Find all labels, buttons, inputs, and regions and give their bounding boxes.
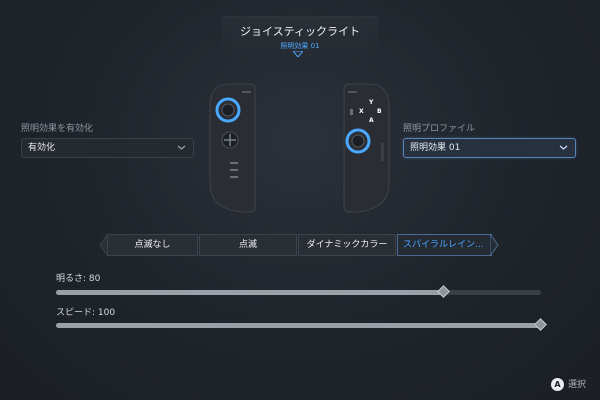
tab-spiral-rain[interactable]: スパイラルレイン... [397,234,492,256]
lighting-profile-select[interactable]: 照明効果 01 [403,138,576,158]
select-hint-label: 選択 [567,380,586,390]
speed-thumb[interactable] [534,318,547,331]
page-title: ジョイスティックライト [239,25,360,38]
tab-dynamic-color[interactable]: ダイナミックカラー [298,234,396,256]
y-button: Y [369,99,374,106]
tab-blink[interactable]: 点滅 [199,234,297,256]
effect-tabs: 点滅なし 点滅 ダイナミックカラー スパイラルレイン... [96,234,502,256]
speed-label: スピード: 100 [56,308,116,318]
lighting-profile-label: 照明プロファイル [403,124,476,134]
tab-no-blink[interactable]: 点滅なし [107,234,198,256]
speed-fill [56,323,541,328]
lighting-profile-value: 照明効果 01 [410,143,461,153]
x-button: X [359,108,364,115]
brightness-label: 明るさ: 80 [56,274,101,284]
brightness-slider[interactable] [56,285,541,298]
enable-lighting-select[interactable]: 有効化 [21,138,194,158]
b-button: B [377,108,382,115]
enable-lighting-label: 照明効果を有効化 [21,124,94,134]
brightness-thumb[interactable] [437,285,450,298]
a-button-icon: A [550,378,564,391]
select-hint[interactable]: A 選択 [550,378,586,392]
enable-lighting-value: 有効化 [28,143,56,153]
right-controller-image [343,83,390,213]
left-controller-image [209,83,256,213]
speed-slider[interactable] [56,318,547,331]
tab-right-edge [490,234,499,256]
chevron-down-icon [177,145,186,150]
triangle-down-icon [293,51,303,57]
a-button: A [369,117,374,124]
page-subtitle: 照明効果 01 [280,42,320,50]
chevron-down-icon [559,145,568,150]
brightness-fill [56,290,444,295]
